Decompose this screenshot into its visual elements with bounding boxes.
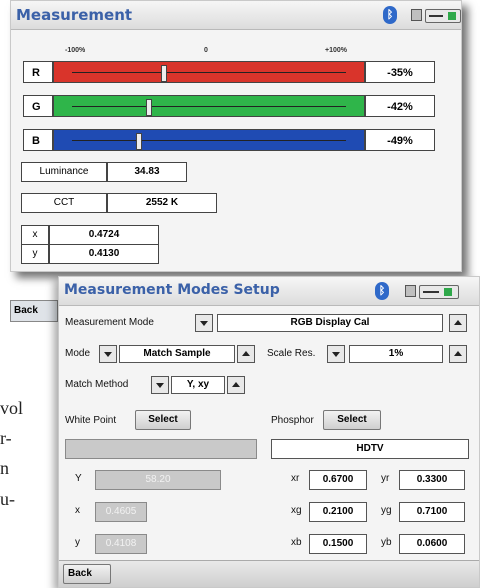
scale-min-label: -100% <box>65 47 86 54</box>
xg-value: 0.2100 <box>309 502 367 522</box>
mode-dropdown-button[interactable] <box>99 345 117 363</box>
mode-field[interactable]: Match Sample <box>119 345 235 363</box>
small-battery-icon <box>411 9 422 21</box>
match-method-dropdown-button[interactable] <box>151 376 169 394</box>
red-channel-indicator <box>161 65 167 82</box>
blue-channel-label: B <box>23 129 53 151</box>
phosphor-name-field: HDTV <box>271 439 469 459</box>
yb-label: yb <box>381 537 392 548</box>
page-text-fragment-3: n <box>0 458 9 478</box>
yr-value: 0.3300 <box>399 470 465 490</box>
yr-label: yr <box>381 473 390 484</box>
white-Y-value: 58.20 <box>95 470 221 490</box>
measurement-mode-label: Measurement Mode <box>65 317 154 328</box>
bluetooth-icon: ᛒ <box>375 282 389 300</box>
battery-icon <box>425 9 461 23</box>
measurement-mode-up-button[interactable] <box>449 314 467 332</box>
page-text-fragment-1: vol <box>0 398 24 418</box>
xr-value: 0.6700 <box>309 470 367 490</box>
measurement-window: Measurement ᛒ -100% 0 +100% R -35% G -42… <box>10 0 462 272</box>
mode-up-button[interactable] <box>237 345 255 363</box>
measurement-mode-field[interactable]: RGB Display Cal <box>217 314 443 332</box>
white-point-label: White Point <box>65 415 117 426</box>
modes-bottom-bar: Back <box>59 560 479 587</box>
scale-res-field[interactable]: 1% <box>349 345 443 363</box>
green-channel-bar <box>53 95 365 117</box>
white-point-select-button[interactable]: Select <box>135 410 191 430</box>
small-battery-icon <box>405 285 416 297</box>
red-channel-bar <box>53 61 365 83</box>
scale-max-label: +100% <box>325 47 347 54</box>
green-channel-indicator <box>146 99 152 116</box>
back-button[interactable]: Back <box>63 564 111 584</box>
match-method-up-button[interactable] <box>227 376 245 394</box>
match-method-field[interactable]: Y, xy <box>171 376 225 394</box>
white-Y-label: Y <box>75 473 82 484</box>
xr-label: xr <box>291 473 300 484</box>
scale-res-label: Scale Res. <box>267 348 316 359</box>
red-channel-label: R <box>23 61 53 83</box>
green-channel-value: -42% <box>365 95 435 117</box>
bluetooth-icon: ᛒ <box>383 6 397 24</box>
red-channel-value: -35% <box>365 61 435 83</box>
measurement-titlebar: Measurement ᛒ <box>11 1 461 30</box>
x-value: 0.4724 <box>49 225 159 245</box>
cct-value: 2552 K <box>107 193 217 213</box>
phosphor-select-button[interactable]: Select <box>323 410 381 430</box>
scale-center-label: 0 <box>204 47 208 54</box>
white-point-name-field <box>65 439 257 459</box>
white-y-label: y <box>75 537 80 548</box>
phosphor-label: Phosphor <box>271 415 314 426</box>
xb-value: 0.1500 <box>309 534 367 554</box>
y-value: 0.4130 <box>49 244 159 264</box>
blue-channel-value: -49% <box>365 129 435 151</box>
modes-title: Measurement Modes Setup <box>64 282 280 298</box>
yb-value: 0.0600 <box>399 534 465 554</box>
page-text-fragment-4: u- <box>0 489 15 509</box>
measurement-modes-window: Measurement Modes Setup ᛒ Measurement Mo… <box>58 276 480 588</box>
y-label: y <box>21 244 49 264</box>
match-method-label: Match Method <box>65 379 129 390</box>
mode-label: Mode <box>65 348 91 359</box>
page-text-fragment-2: r- <box>0 428 12 448</box>
luminance-label: Luminance <box>21 162 107 182</box>
modes-titlebar: Measurement Modes Setup ᛒ <box>59 277 479 306</box>
measurement-title: Measurement <box>16 6 133 24</box>
yg-value: 0.7100 <box>399 502 465 522</box>
xg-label: xg <box>291 505 302 516</box>
measurement-mode-dropdown-button[interactable] <box>195 314 213 332</box>
battery-icon <box>419 285 459 299</box>
scale-res-dropdown-button[interactable] <box>327 345 345 363</box>
cct-label: CCT <box>21 193 107 213</box>
white-x-label: x <box>75 505 80 516</box>
blue-channel-indicator <box>136 133 142 150</box>
x-label: x <box>21 225 49 245</box>
white-x-value: 0.4605 <box>95 502 147 522</box>
green-channel-label: G <box>23 95 53 117</box>
yg-label: yg <box>381 505 392 516</box>
measurement-back-button[interactable]: Back <box>10 300 58 322</box>
white-y-value: 0.4108 <box>95 534 147 554</box>
xb-label: xb <box>291 537 302 548</box>
blue-channel-bar <box>53 129 365 151</box>
scale-res-up-button[interactable] <box>449 345 467 363</box>
luminance-value: 34.83 <box>107 162 187 182</box>
